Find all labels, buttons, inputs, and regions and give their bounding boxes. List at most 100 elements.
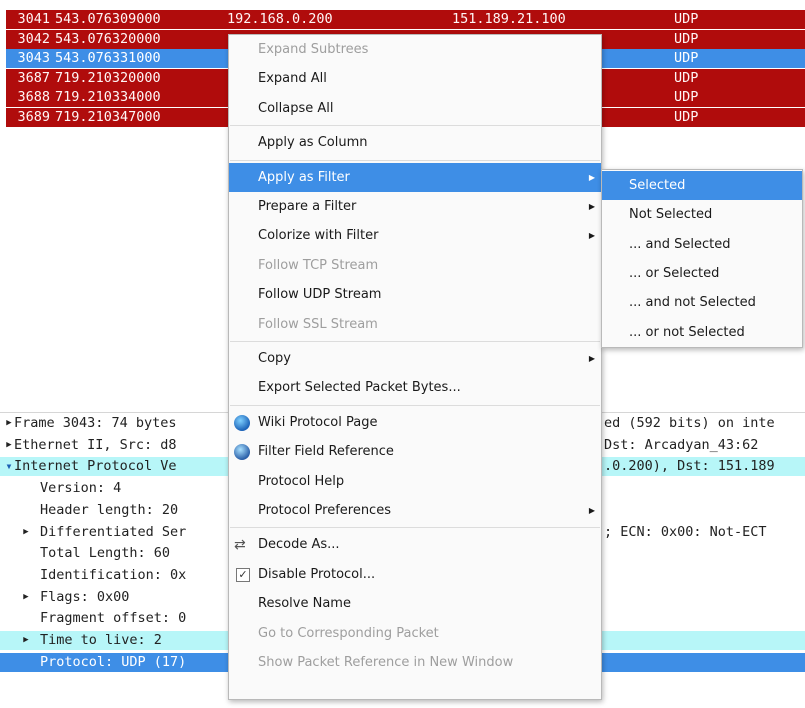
- packet-time: 719.210347000: [55, 108, 161, 125]
- menu-item-label: Collapse All: [258, 100, 334, 116]
- menu-item-label: Disable Protocol...: [258, 566, 376, 582]
- menu-item-follow-ssl-stream: Follow SSL Stream: [229, 310, 601, 339]
- submenu-item-or-selected[interactable]: ... or Selected: [602, 259, 802, 288]
- menu-item-expand-subtrees: Expand Subtrees: [229, 35, 601, 64]
- menu-separator: [230, 341, 600, 342]
- detail-text: Time to live: 2: [40, 632, 162, 648]
- submenu-item-not-selected[interactable]: Not Selected: [602, 200, 802, 229]
- packet-time: 543.076320000: [55, 30, 161, 47]
- packet-row[interactable]: 3041 543.076309000 192.168.0.200 151.189.21…: [6, 10, 805, 29]
- menu-item-label: Resolve Name: [258, 596, 351, 612]
- detail-text-tail: .0.200), Dst: 151.189: [604, 458, 775, 475]
- menu-item-filter-field-reference[interactable]: Filter Field Reference: [229, 437, 601, 466]
- menu-item-label: Protocol Preferences: [258, 503, 391, 518]
- menu-item-apply-as-filter[interactable]: Apply as Filter ▶: [229, 162, 601, 192]
- menu-item-wiki-protocol-page[interactable]: Wiki Protocol Page: [229, 408, 601, 437]
- submenu-arrow-icon: ▶: [588, 172, 595, 182]
- globe-icon: [234, 414, 250, 431]
- menu-item-label: Follow SSL Stream: [258, 316, 378, 332]
- submenu-arrow-icon: ▶: [588, 231, 595, 241]
- detail-text: Internet Protocol Ve: [14, 458, 177, 475]
- submenu-item-or-not-selected[interactable]: ... or not Selected: [602, 318, 802, 347]
- submenu-item-selected[interactable]: Selected: [602, 171, 802, 200]
- detail-text: Fragment offset: 0: [40, 610, 187, 627]
- expand-arrow-icon[interactable]: ▶: [20, 631, 32, 650]
- apply-as-filter-submenu: Selected Not Selected ... and Selected ... …: [601, 169, 803, 348]
- menu-item-follow-tcp-stream: Follow TCP Stream: [229, 251, 601, 280]
- menu-item-collapse-all[interactable]: Collapse All: [229, 94, 601, 123]
- packet-protocol: UDP: [674, 50, 699, 66]
- menu-item-label: Show Packet Reference in New Window: [258, 655, 514, 670]
- detail-text-tail: Dst: Arcadyan_43:62: [604, 436, 759, 453]
- packet-protocol: UDP: [674, 108, 699, 125]
- menu-item-copy[interactable]: Copy ▶: [229, 344, 601, 373]
- context-menu: Expand Subtrees Expand All Collapse All App…: [228, 34, 602, 700]
- submenu-arrow-icon: ▶: [588, 202, 595, 211]
- submenu-item-label: ... or Selected: [629, 265, 720, 281]
- menu-separator: [230, 125, 600, 127]
- submenu-item-label: ... and Selected: [629, 236, 731, 252]
- detail-text: Frame 3043: 74 bytes: [14, 415, 177, 431]
- checkbox-icon: ✓: [236, 567, 250, 582]
- menu-separator: [230, 159, 600, 161]
- submenu-item-label: ... and not Selected: [629, 295, 756, 311]
- menu-item-label: Export Selected Packet Bytes...: [258, 380, 461, 396]
- menu-item-go-to-corresponding-packet: Go to Corresponding Packet: [229, 619, 601, 648]
- decode-as-icon: ⇄: [234, 537, 246, 554]
- detail-text: Differentiated Ser: [40, 523, 187, 540]
- menu-item-disable-protocol[interactable]: Disable Protocol... ✓: [229, 560, 601, 589]
- menu-item-colorize-with-filter[interactable]: Colorize with Filter ▶: [229, 221, 601, 250]
- submenu-arrow-icon: ▶: [588, 354, 595, 363]
- packet-number: 3689: [17, 108, 50, 125]
- menu-item-resolve-name[interactable]: Resolve Name: [229, 589, 601, 618]
- submenu-item-and-not-selected[interactable]: ... and not Selected: [602, 288, 802, 317]
- expand-arrow-icon[interactable]: ▶: [20, 588, 32, 607]
- menu-item-label: Follow TCP Stream: [258, 257, 379, 273]
- packet-time: 543.076331000: [55, 50, 161, 66]
- menu-item-label: Colorize with Filter: [258, 228, 379, 244]
- detail-text: Header length: 20: [40, 501, 179, 518]
- packet-destination: 151.189.21.100: [452, 11, 566, 27]
- packet-number: 3043: [17, 50, 50, 66]
- packet-number: 3688: [17, 89, 50, 105]
- menu-item-decode-as[interactable]: Decode As... ⇄: [229, 530, 601, 559]
- submenu-item-label: ... or not Selected: [629, 324, 745, 340]
- detail-text: Ethernet II, Src: d8: [14, 436, 177, 453]
- submenu-item-label: Not Selected: [629, 207, 713, 223]
- menu-item-follow-udp-stream[interactable]: Follow UDP Stream: [229, 280, 601, 309]
- globe-info-icon: [234, 444, 250, 461]
- detail-text-tail: ed (592 bits) on inte: [604, 415, 775, 431]
- menu-item-protocol-help[interactable]: Protocol Help: [229, 467, 601, 496]
- menu-item-label: Wiki Protocol Page: [258, 414, 378, 430]
- menu-item-label: Protocol Help: [258, 473, 345, 489]
- packet-source: 192.168.0.200: [227, 11, 333, 27]
- packet-protocol: UDP: [674, 11, 699, 27]
- detail-text: Flags: 0x00: [40, 588, 130, 605]
- packet-protocol: UDP: [674, 30, 699, 47]
- menu-item-export-selected-packet-bytes[interactable]: Export Selected Packet Bytes...: [229, 373, 601, 402]
- menu-item-label: Follow UDP Stream: [258, 287, 382, 303]
- menu-item-label: Go to Corresponding Packet: [258, 625, 439, 641]
- menu-item-label: Expand All: [258, 71, 327, 87]
- menu-item-label: Decode As...: [258, 537, 340, 553]
- submenu-arrow-icon: ▶: [588, 506, 595, 515]
- menu-item-expand-all[interactable]: Expand All: [229, 64, 601, 93]
- packet-time: 543.076309000: [55, 11, 161, 27]
- menu-item-apply-as-column[interactable]: Apply as Column: [229, 128, 601, 157]
- menu-item-prepare-a-filter[interactable]: Prepare a Filter ▶: [229, 192, 601, 221]
- menu-item-label: Copy: [258, 351, 291, 366]
- detail-text: Version: 4: [40, 480, 122, 497]
- detail-text: Total Length: 60: [40, 545, 171, 562]
- packet-number: 3041: [17, 11, 50, 27]
- packet-protocol: UDP: [674, 69, 699, 86]
- submenu-item-and-selected[interactable]: ... and Selected: [602, 230, 802, 259]
- menu-item-label: Expand Subtrees: [258, 42, 369, 57]
- menu-item-protocol-preferences[interactable]: Protocol Preferences ▶: [229, 496, 601, 525]
- expand-arrow-icon[interactable]: ▶: [20, 523, 32, 542]
- packet-time: 719.210334000: [55, 89, 161, 105]
- packet-number: 3687: [17, 69, 50, 86]
- menu-item-label: Prepare a Filter: [258, 199, 357, 214]
- packet-protocol: UDP: [674, 89, 699, 105]
- detail-text: Protocol: UDP (17): [40, 653, 187, 670]
- detail-text: Identification: 0x: [40, 566, 187, 583]
